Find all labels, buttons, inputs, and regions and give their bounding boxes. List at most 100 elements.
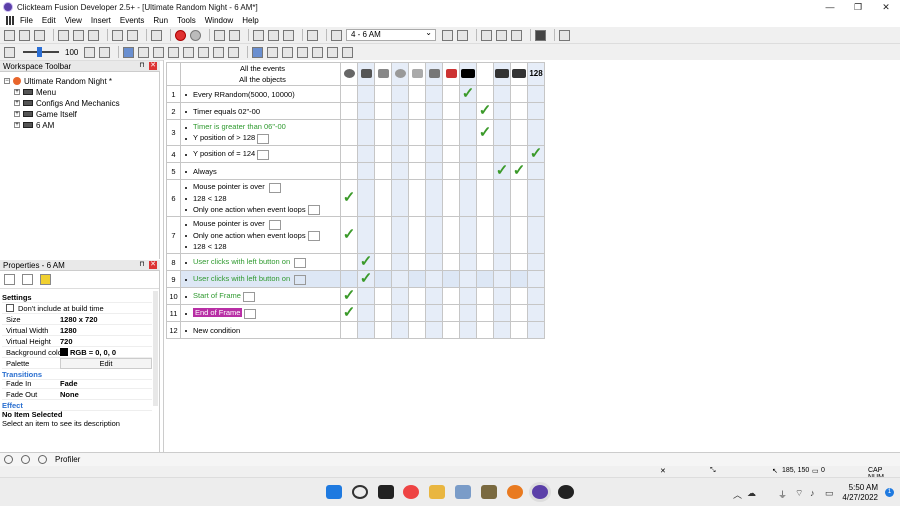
event-conditions[interactable]: Start of Frame xyxy=(180,287,341,305)
delete-icon[interactable] xyxy=(138,46,150,58)
windows-start-icon[interactable] xyxy=(326,485,342,499)
event-row[interactable]: 3 Timer is greater than 06"-00 Y position … xyxy=(166,119,545,146)
event-cell[interactable] xyxy=(391,102,409,120)
palette-edit-button[interactable]: Edit xyxy=(60,357,152,369)
check-icon[interactable] xyxy=(282,46,294,58)
event-cell[interactable] xyxy=(340,162,358,180)
event-cell[interactable] xyxy=(408,119,426,146)
action-checkmark[interactable]: ✓ xyxy=(476,119,494,146)
wifi-icon[interactable]: ⌔ xyxy=(795,488,803,499)
event-cell[interactable] xyxy=(442,253,460,271)
event-cell[interactable] xyxy=(510,321,528,339)
build-checkbox-row[interactable]: Don't include at build time xyxy=(2,303,152,314)
cut-icon[interactable] xyxy=(58,29,69,41)
next-frame-icon[interactable] xyxy=(457,29,468,41)
joystick-icon[interactable] xyxy=(442,62,460,86)
event-cell[interactable] xyxy=(510,287,528,305)
search-icon[interactable] xyxy=(352,485,368,499)
frame-select[interactable]: 4 - 6 AM xyxy=(346,28,436,41)
event-cell[interactable] xyxy=(340,321,358,339)
event-cell[interactable] xyxy=(442,179,460,217)
menu-edit[interactable]: Edit xyxy=(42,16,56,25)
event-conditions[interactable]: Mouse pointer is over 128 < 128 Only one … xyxy=(180,179,341,217)
event-cell[interactable] xyxy=(476,321,494,339)
event-cell[interactable] xyxy=(459,304,477,322)
storyboard-icon[interactable] xyxy=(214,29,225,41)
close-x-icon[interactable]: ✕ xyxy=(660,467,666,475)
event-cell[interactable] xyxy=(476,253,494,271)
event-cell[interactable] xyxy=(340,85,358,103)
tree-item-6am[interactable]: +6 AM xyxy=(14,120,54,130)
volume-icon[interactable]: ♪ xyxy=(810,488,815,498)
prop-fade-in[interactable]: Fade In Fade xyxy=(2,378,152,389)
event-row[interactable]: 8 User clicks with left button on ✓ xyxy=(166,253,545,271)
menu-view[interactable]: View xyxy=(65,16,82,25)
event-cell[interactable] xyxy=(459,270,477,288)
event-cell[interactable] xyxy=(374,321,392,339)
event-cell[interactable] xyxy=(374,102,392,120)
event-cell[interactable] xyxy=(374,162,392,180)
tools-icon[interactable] xyxy=(4,455,13,464)
app-icon[interactable] xyxy=(481,485,497,499)
event-cell[interactable] xyxy=(391,304,409,322)
timer-icon[interactable] xyxy=(391,62,409,86)
button-object-2-icon[interactable] xyxy=(510,62,528,86)
tree-item-menu[interactable]: + Menu xyxy=(14,87,56,97)
calculator-icon[interactable] xyxy=(559,29,570,41)
event-cell[interactable] xyxy=(476,287,494,305)
event-cell[interactable] xyxy=(408,102,426,120)
record-icon[interactable] xyxy=(190,29,201,41)
event-conditions[interactable]: Timer is greater than 06"-00 Y position o… xyxy=(180,119,341,146)
event-cell[interactable] xyxy=(357,85,375,103)
event-cell[interactable] xyxy=(527,179,545,217)
event-cell[interactable] xyxy=(408,304,426,322)
event-cell[interactable] xyxy=(493,270,511,288)
action-checkmark[interactable]: ✓ xyxy=(459,85,477,103)
action-checkmark[interactable]: ✓ xyxy=(357,270,375,288)
event-list-icon[interactable] xyxy=(268,29,279,41)
event-cell[interactable] xyxy=(391,321,409,339)
tray-chevron-icon[interactable]: ︿ xyxy=(733,488,742,501)
action-checkmark[interactable]: ✓ xyxy=(340,304,358,322)
event-cell[interactable] xyxy=(527,287,545,305)
event-cell[interactable] xyxy=(425,145,443,163)
prev-frame-icon[interactable] xyxy=(442,29,453,41)
action-checkmark[interactable]: ✓ xyxy=(340,216,358,254)
event-conditions[interactable]: Y position of = 124 xyxy=(180,145,341,163)
event-cell[interactable] xyxy=(425,216,443,254)
event-cell[interactable] xyxy=(442,119,460,146)
event-cell[interactable] xyxy=(493,321,511,339)
share-icon[interactable] xyxy=(327,46,339,58)
black-backdrop-icon[interactable] xyxy=(459,62,477,86)
pin-icon[interactable]: ⊓ xyxy=(138,261,146,269)
stop-icon[interactable] xyxy=(175,29,186,41)
text-icon[interactable] xyxy=(331,29,342,41)
event-cell[interactable] xyxy=(476,216,494,254)
event-cell[interactable] xyxy=(425,102,443,120)
close-button[interactable]: ✕ xyxy=(872,0,900,14)
menu-insert[interactable]: Insert xyxy=(91,16,111,25)
prop-background-color[interactable]: Background color RGB = 0, 0, 0 xyxy=(2,347,152,358)
event-cell[interactable] xyxy=(357,102,375,120)
event-row[interactable]: 11 End of Frame ✓ xyxy=(166,304,545,322)
pattern-icon[interactable] xyxy=(312,46,324,58)
event-cell[interactable] xyxy=(374,179,392,217)
action-checkmark[interactable]: ✓ xyxy=(340,287,358,305)
prop-fade-out[interactable]: Fade Out None xyxy=(2,389,152,400)
event-cell[interactable] xyxy=(493,145,511,163)
event-editor-icon[interactable] xyxy=(253,29,264,41)
help-icon[interactable] xyxy=(151,29,162,41)
event-cell[interactable] xyxy=(391,253,409,271)
redo-icon[interactable] xyxy=(127,29,138,41)
prop-palette[interactable]: Palette Edit xyxy=(2,357,152,369)
prop-size[interactable]: Size 1280 x 720 xyxy=(2,314,152,325)
paste-icon[interactable] xyxy=(88,29,99,41)
filter-icon[interactable] xyxy=(213,46,225,58)
event-cell[interactable] xyxy=(527,321,545,339)
event-cell[interactable] xyxy=(527,119,545,146)
menu-help[interactable]: Help xyxy=(242,16,258,25)
event-cell[interactable] xyxy=(510,304,528,322)
event-cell[interactable] xyxy=(408,85,426,103)
tree-item-game[interactable]: + Game Itself xyxy=(14,109,77,119)
event-cell[interactable] xyxy=(391,85,409,103)
